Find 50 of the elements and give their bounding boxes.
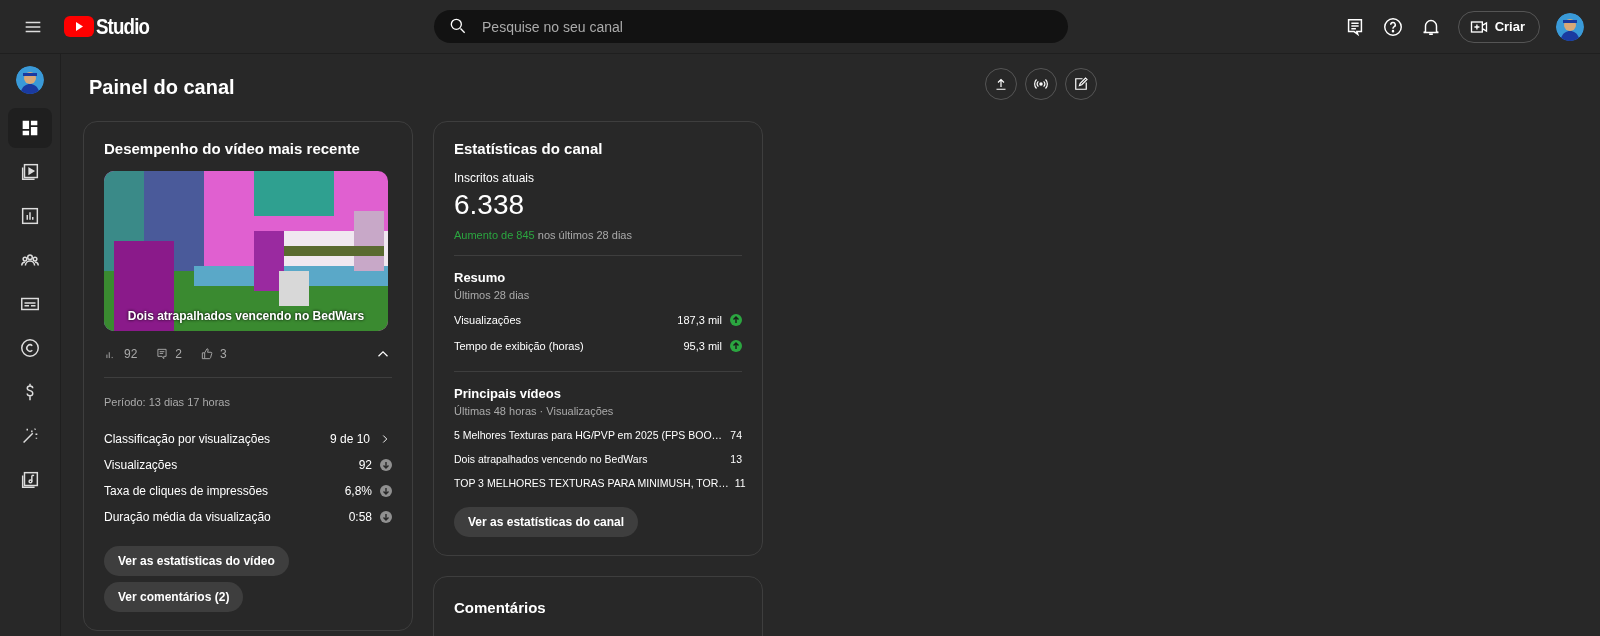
- metric-value: 92: [358, 458, 372, 472]
- metric-value: 6,8%: [344, 484, 372, 498]
- view-count: 74: [730, 429, 742, 441]
- stat-value: 187,3 mil: [677, 314, 722, 326]
- section-title: Principais vídeos: [454, 386, 562, 401]
- comment-icon: [155, 347, 170, 361]
- card-title: Desempenho do vídeo mais recente: [104, 140, 361, 157]
- card-title: Comentários: [454, 599, 547, 616]
- subscriber-count: 6.338: [454, 189, 526, 221]
- metric-value: 9 de 10: [329, 432, 370, 446]
- metric-label: Visualizações: [104, 458, 178, 472]
- thumbs-up-icon: [200, 347, 215, 361]
- view-count: 13: [730, 453, 742, 465]
- action-button[interactable]: Ver comentários (2): [104, 582, 244, 612]
- avatar[interactable]: [1556, 12, 1584, 41]
- section-subtitle: Últimas 48 horas · Visualizações: [454, 405, 615, 417]
- bar-chart-icon: [19, 205, 41, 227]
- video-library-icon: [19, 161, 41, 183]
- count-value: 2: [175, 347, 183, 361]
- play-logo-icon: [64, 16, 94, 37]
- avatar[interactable]: [16, 66, 44, 94]
- stat-value: 95,3 mil: [683, 340, 722, 352]
- metric-label: Taxa de cliques de impressões: [104, 484, 269, 498]
- metric-value: 0:58: [348, 510, 372, 524]
- help-icon[interactable]: [1381, 15, 1404, 38]
- count-value: 3: [220, 347, 227, 361]
- subscribers-label: Inscritos atuais: [454, 171, 536, 185]
- music-library-icon: [19, 469, 41, 491]
- stat-label: Tempo de exibição (horas): [454, 340, 584, 352]
- sidebar-item[interactable]: [8, 108, 52, 148]
- action-button[interactable]: Ver as estatísticas do vídeo: [104, 546, 289, 576]
- search-field[interactable]: Pesquise no seu canal: [434, 10, 1069, 43]
- metric-label: Classificação por visualizações: [104, 432, 271, 446]
- card-title: Estatísticas do canal: [454, 140, 604, 157]
- section-subtitle: Últimos 28 dias: [454, 289, 531, 301]
- action-button[interactable]: Ver as estatísticas do canal: [454, 507, 639, 537]
- edit-icon: [1072, 75, 1090, 93]
- stat-label: Visualizações: [454, 314, 522, 326]
- video-title-link[interactable]: Dois atrapalhados vencendo no BedWars: [454, 453, 648, 465]
- video-title-link[interactable]: 5 Melhores Texturas para HG/PVP em 2025 (FPS BOO…: [454, 429, 723, 441]
- copyright-icon: [19, 337, 41, 359]
- section-title: Resumo: [454, 270, 507, 285]
- view-count: 11: [734, 477, 746, 489]
- count-value: 92: [124, 347, 138, 361]
- logo-text: Studio: [96, 13, 150, 40]
- growth-text: Aumento de 845 nos últimos 28 dias: [454, 229, 633, 241]
- video-title-link[interactable]: TOP 3 MELHORES TEXTURAS PARA MINIMUSH, TOR…: [454, 477, 729, 489]
- period-text: Período: 13 dias 17 horas: [104, 396, 231, 408]
- page-title: Painel do canal: [89, 76, 235, 99]
- metric-label: Duração média da visualização: [104, 510, 271, 524]
